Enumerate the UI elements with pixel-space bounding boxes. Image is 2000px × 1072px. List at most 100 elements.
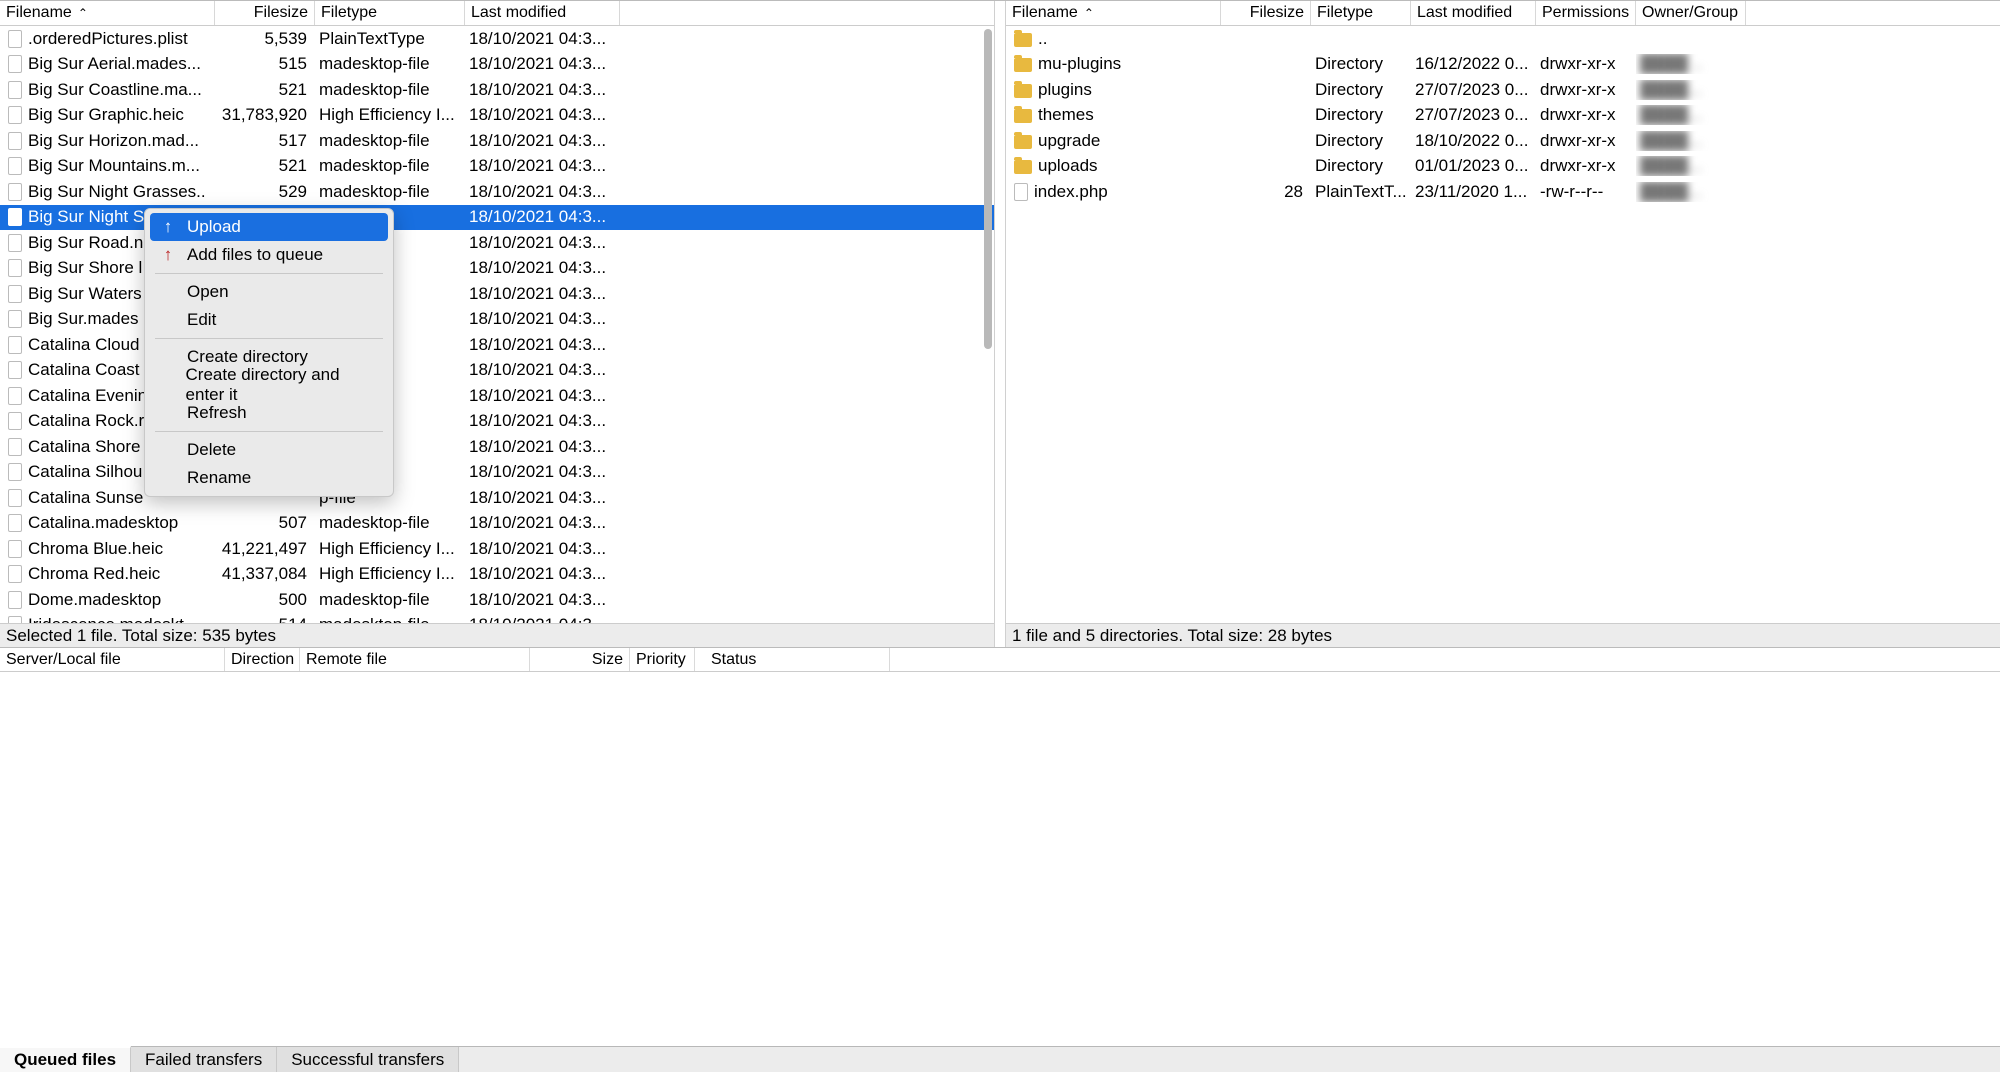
table-row[interactable]: mu-pluginsDirectory16/12/2022 0...drwxr-… bbox=[1006, 52, 2000, 78]
file-type: PlainTextT... bbox=[1311, 182, 1411, 202]
remote-header-lastmodified[interactable]: Last modified bbox=[1411, 1, 1536, 25]
table-row[interactable]: Big Sur Coastline.ma...521madesktop-file… bbox=[0, 77, 994, 103]
local-header-filename[interactable]: Filename⌃ bbox=[0, 1, 215, 25]
menu-item-label: Upload bbox=[187, 217, 241, 237]
file-size: 5,539 bbox=[215, 29, 315, 49]
menu-item-label: Create directory and enter it bbox=[186, 365, 379, 405]
queue-header-status[interactable]: Status bbox=[695, 648, 890, 671]
table-row[interactable]: Big Sur Night Grasses..529madesktop-file… bbox=[0, 179, 994, 205]
file-modified: 18/10/2021 04:3... bbox=[465, 258, 620, 278]
table-row[interactable]: pluginsDirectory27/07/2023 0...drwxr-xr-… bbox=[1006, 77, 2000, 103]
queue-header-direction[interactable]: Direction bbox=[225, 648, 300, 671]
file-name: Catalina Cloud bbox=[28, 335, 140, 355]
remote-header-filesize[interactable]: Filesize bbox=[1221, 1, 1311, 25]
pane-divider[interactable] bbox=[995, 1, 1005, 647]
queue-header-serverfile[interactable]: Server/Local file bbox=[0, 648, 225, 671]
menu-item-label: Open bbox=[187, 282, 229, 302]
file-type: High Efficiency I... bbox=[315, 539, 465, 559]
table-row[interactable]: Dome.madesktop500madesktop-file18/10/202… bbox=[0, 587, 994, 613]
folder-icon bbox=[1014, 109, 1032, 123]
table-row[interactable]: Big Sur Graphic.heic31,783,920High Effic… bbox=[0, 103, 994, 129]
menu-item-label: Rename bbox=[187, 468, 251, 488]
local-header-lastmodified[interactable]: Last modified bbox=[465, 1, 620, 25]
local-header-filetype[interactable]: Filetype bbox=[315, 1, 465, 25]
file-owner: ████... bbox=[1636, 182, 1746, 202]
file-permissions: -rw-r--r-- bbox=[1536, 182, 1636, 202]
file-modified: 18/10/2021 04:3... bbox=[465, 462, 620, 482]
file-icon bbox=[8, 463, 22, 481]
remote-file-list[interactable]: ..mu-pluginsDirectory16/12/2022 0...drwx… bbox=[1006, 26, 2000, 623]
file-modified: 18/10/2021 04:3... bbox=[465, 437, 620, 457]
file-name: mu-plugins bbox=[1038, 54, 1121, 74]
table-row[interactable]: index.php28PlainTextT...23/11/2020 1...-… bbox=[1006, 179, 2000, 205]
remote-header-filetype[interactable]: Filetype bbox=[1311, 1, 1411, 25]
menu-separator bbox=[155, 273, 383, 274]
tab-failed-transfers[interactable]: Failed transfers bbox=[131, 1047, 277, 1072]
file-size: 31,783,920 bbox=[215, 105, 315, 125]
tab-successful-transfers[interactable]: Successful transfers bbox=[277, 1047, 459, 1072]
file-icon bbox=[8, 540, 22, 558]
menu-item-open[interactable]: Open bbox=[145, 278, 393, 306]
transfer-queue-body[interactable] bbox=[0, 672, 2000, 1046]
file-type: madesktop-file bbox=[315, 513, 465, 533]
menu-item-create-directory-and-enter-it[interactable]: Create directory and enter it bbox=[145, 371, 393, 399]
file-size: 521 bbox=[215, 156, 315, 176]
sort-ascending-icon: ⌃ bbox=[78, 6, 88, 20]
remote-header-filename[interactable]: Filename⌃ bbox=[1006, 1, 1221, 25]
local-header-row: Filename⌃ Filesize Filetype Last modifie… bbox=[0, 1, 994, 26]
file-name: Catalina Silhou bbox=[28, 462, 142, 482]
transfer-queue-header: Server/Local file Direction Remote file … bbox=[0, 647, 2000, 672]
file-name: Chroma Blue.heic bbox=[28, 539, 163, 559]
queue-header-size[interactable]: Size bbox=[530, 648, 630, 671]
table-row[interactable]: Big Sur Aerial.mades...515madesktop-file… bbox=[0, 52, 994, 78]
file-owner: ████... bbox=[1636, 80, 1746, 100]
file-type: Directory bbox=[1311, 54, 1411, 74]
menu-item-add-files-to-queue[interactable]: ↑Add files to queue bbox=[145, 241, 393, 269]
queue-header-remotefile[interactable]: Remote file bbox=[300, 648, 530, 671]
menu-item-upload[interactable]: ↑ Upload bbox=[150, 213, 388, 241]
table-row[interactable]: Big Sur Mountains.m...521madesktop-file1… bbox=[0, 154, 994, 180]
file-modified: 18/10/2021 04:3... bbox=[465, 335, 620, 355]
file-permissions: drwxr-xr-x bbox=[1536, 80, 1636, 100]
file-name: Catalina Rock.r bbox=[28, 411, 144, 431]
table-row[interactable]: upgradeDirectory18/10/2022 0...drwxr-xr-… bbox=[1006, 128, 2000, 154]
file-type: Directory bbox=[1311, 156, 1411, 176]
remote-header-permissions[interactable]: Permissions bbox=[1536, 1, 1636, 25]
queue-header-priority[interactable]: Priority bbox=[630, 648, 695, 671]
remote-header-owner[interactable]: Owner/Group bbox=[1636, 1, 1746, 25]
file-modified: 18/10/2021 04:3... bbox=[465, 386, 620, 406]
file-icon bbox=[8, 387, 22, 405]
tab-queued-files[interactable]: Queued files bbox=[0, 1046, 131, 1072]
file-icon bbox=[8, 438, 22, 456]
file-modified: 18/10/2021 04:3... bbox=[465, 29, 620, 49]
file-name: Chroma Red.heic bbox=[28, 564, 160, 584]
file-icon bbox=[8, 285, 22, 303]
file-name: Catalina.madesktop bbox=[28, 513, 178, 533]
file-name: Big Sur Road.n bbox=[28, 233, 143, 253]
table-row[interactable]: Catalina.madesktop507madesktop-file18/10… bbox=[0, 511, 994, 537]
file-modified: 18/10/2021 04:3... bbox=[465, 207, 620, 227]
menu-item-delete[interactable]: Delete bbox=[145, 436, 393, 464]
menu-item-edit[interactable]: Edit bbox=[145, 306, 393, 334]
table-row[interactable]: themesDirectory27/07/2023 0...drwxr-xr-x… bbox=[1006, 103, 2000, 129]
scrollbar-thumb[interactable] bbox=[984, 29, 992, 349]
local-header-filesize[interactable]: Filesize bbox=[215, 1, 315, 25]
file-type: madesktop-file bbox=[315, 615, 465, 623]
file-name: Catalina Coast bbox=[28, 360, 140, 380]
table-row[interactable]: .orderedPictures.plist5,539PlainTextType… bbox=[0, 26, 994, 52]
file-modified: 18/10/2021 04:3... bbox=[465, 182, 620, 202]
file-modified: 18/10/2021 04:3... bbox=[465, 284, 620, 304]
menu-item-rename[interactable]: Rename bbox=[145, 464, 393, 492]
table-row[interactable]: Chroma Red.heic41,337,084High Efficiency… bbox=[0, 562, 994, 588]
upload-arrow-icon: ↑ bbox=[159, 218, 177, 236]
table-row[interactable]: uploadsDirectory01/01/2023 0...drwxr-xr-… bbox=[1006, 154, 2000, 180]
table-row[interactable]: .. bbox=[1006, 26, 2000, 52]
file-icon bbox=[8, 591, 22, 609]
file-icon bbox=[8, 234, 22, 252]
table-row[interactable]: Iridescence.madeskt...514madesktop-file1… bbox=[0, 613, 994, 624]
file-type: madesktop-file bbox=[315, 54, 465, 74]
file-permissions: drwxr-xr-x bbox=[1536, 156, 1636, 176]
table-row[interactable]: Big Sur Horizon.mad...517madesktop-file1… bbox=[0, 128, 994, 154]
local-status-bar: Selected 1 file. Total size: 535 bytes bbox=[0, 623, 994, 647]
table-row[interactable]: Chroma Blue.heic41,221,497High Efficienc… bbox=[0, 536, 994, 562]
